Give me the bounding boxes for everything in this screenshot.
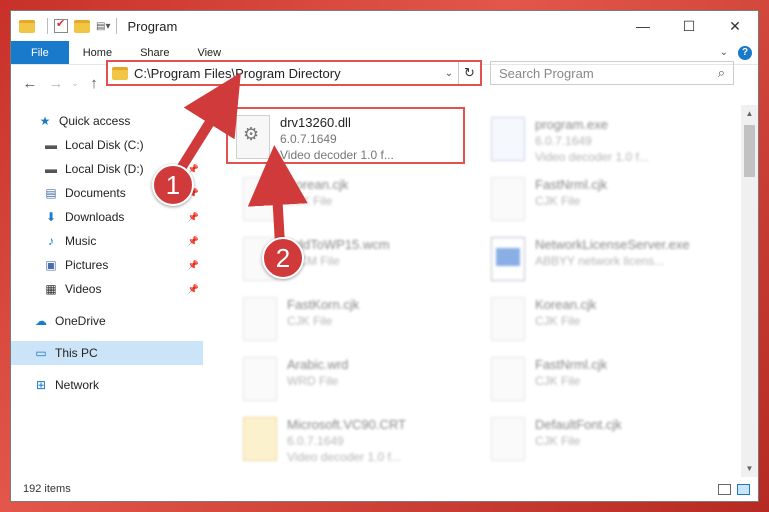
arrow-to-selected-file xyxy=(247,145,308,249)
step-badge-1: 1 xyxy=(152,164,194,206)
annotation-arrows xyxy=(175,72,308,249)
arrow-to-address-bar xyxy=(175,72,241,175)
step-badge-2: 2 xyxy=(262,237,304,279)
